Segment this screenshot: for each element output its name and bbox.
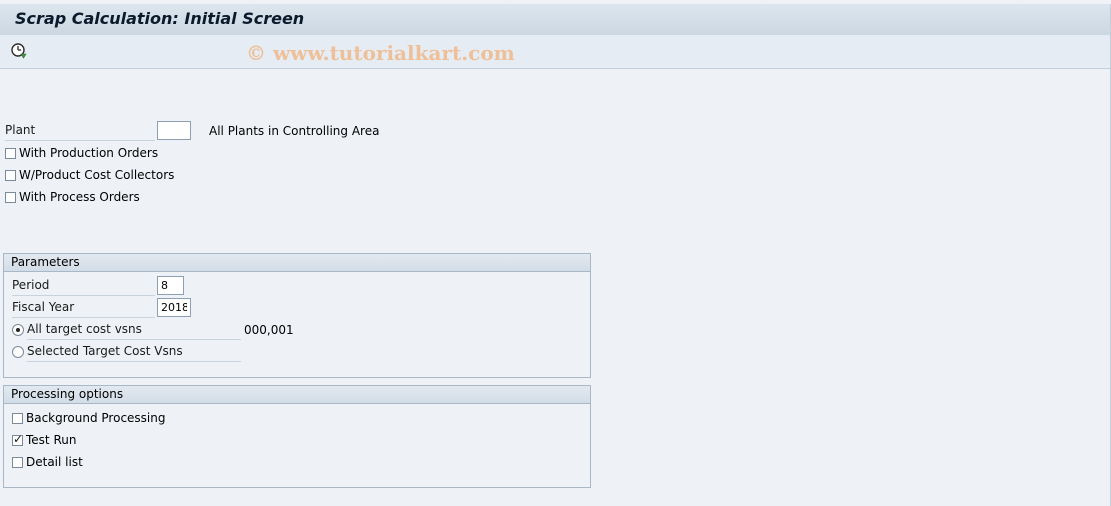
- detail-list-checkbox[interactable]: [12, 457, 23, 468]
- with-process-orders-label: With Process Orders: [19, 190, 140, 204]
- parameters-group-title: Parameters: [4, 254, 590, 272]
- w-product-cost-collectors-row: W/Product Cost Collectors: [4, 165, 204, 185]
- execute-clock-icon[interactable]: [10, 42, 28, 60]
- with-production-orders-label: With Production Orders: [19, 146, 159, 160]
- fiscal-year-input[interactable]: [157, 298, 191, 317]
- watermark-text: © www.tutorialkart.com: [246, 41, 515, 65]
- processing-options-group-title: Processing options: [4, 386, 590, 404]
- fiscal-year-label: Fiscal Year: [12, 298, 155, 318]
- with-production-orders-row: With Production Orders: [4, 143, 204, 163]
- background-processing-checkbox[interactable]: [12, 413, 23, 424]
- test-run-label: Test Run: [26, 433, 77, 447]
- application-toolbar: © www.tutorialkart.com: [0, 35, 1111, 69]
- test-run-checkbox[interactable]: [12, 432, 23, 446]
- period-row: Period: [11, 276, 251, 296]
- plant-input[interactable]: [157, 121, 191, 140]
- selected-target-cost-row: Selected Target Cost Vsns: [11, 342, 251, 362]
- title-bar: Scrap Calculation: Initial Screen: [0, 4, 1111, 36]
- with-process-orders-row: With Process Orders: [4, 187, 204, 207]
- period-label: Period: [12, 276, 155, 296]
- parameters-group: Parameters Period Fiscal Year All target…: [3, 253, 591, 378]
- detail-list-label: Detail list: [26, 455, 83, 469]
- with-production-orders-checkbox[interactable]: [5, 148, 16, 159]
- page-title: Scrap Calculation: Initial Screen: [15, 9, 305, 28]
- all-target-cost-radio[interactable]: [12, 324, 24, 336]
- with-process-orders-checkbox[interactable]: [5, 192, 16, 203]
- period-input[interactable]: [157, 276, 184, 295]
- w-product-cost-collectors-label: W/Product Cost Collectors: [19, 168, 175, 182]
- all-target-cost-label: All target cost vsns: [27, 320, 241, 340]
- processing-options-group: Processing options Background Processing…: [3, 385, 591, 488]
- plant-label: Plant: [5, 121, 155, 141]
- all-target-cost-value: 000,001: [244, 323, 294, 337]
- background-processing-row: Background Processing: [11, 408, 211, 428]
- plant-hint: All Plants in Controlling Area: [209, 124, 380, 138]
- detail-list-row: Detail list: [11, 452, 211, 472]
- selected-target-cost-label: Selected Target Cost Vsns: [27, 342, 241, 362]
- w-product-cost-collectors-checkbox[interactable]: [5, 170, 16, 181]
- all-target-cost-row: All target cost vsns 000,001: [11, 320, 311, 340]
- test-run-row: Test Run: [11, 430, 211, 450]
- selected-target-cost-radio[interactable]: [12, 346, 24, 358]
- fiscal-year-row: Fiscal Year: [11, 298, 251, 318]
- background-processing-label: Background Processing: [26, 411, 166, 425]
- plant-row: Plant All Plants in Controlling Area: [4, 121, 379, 141]
